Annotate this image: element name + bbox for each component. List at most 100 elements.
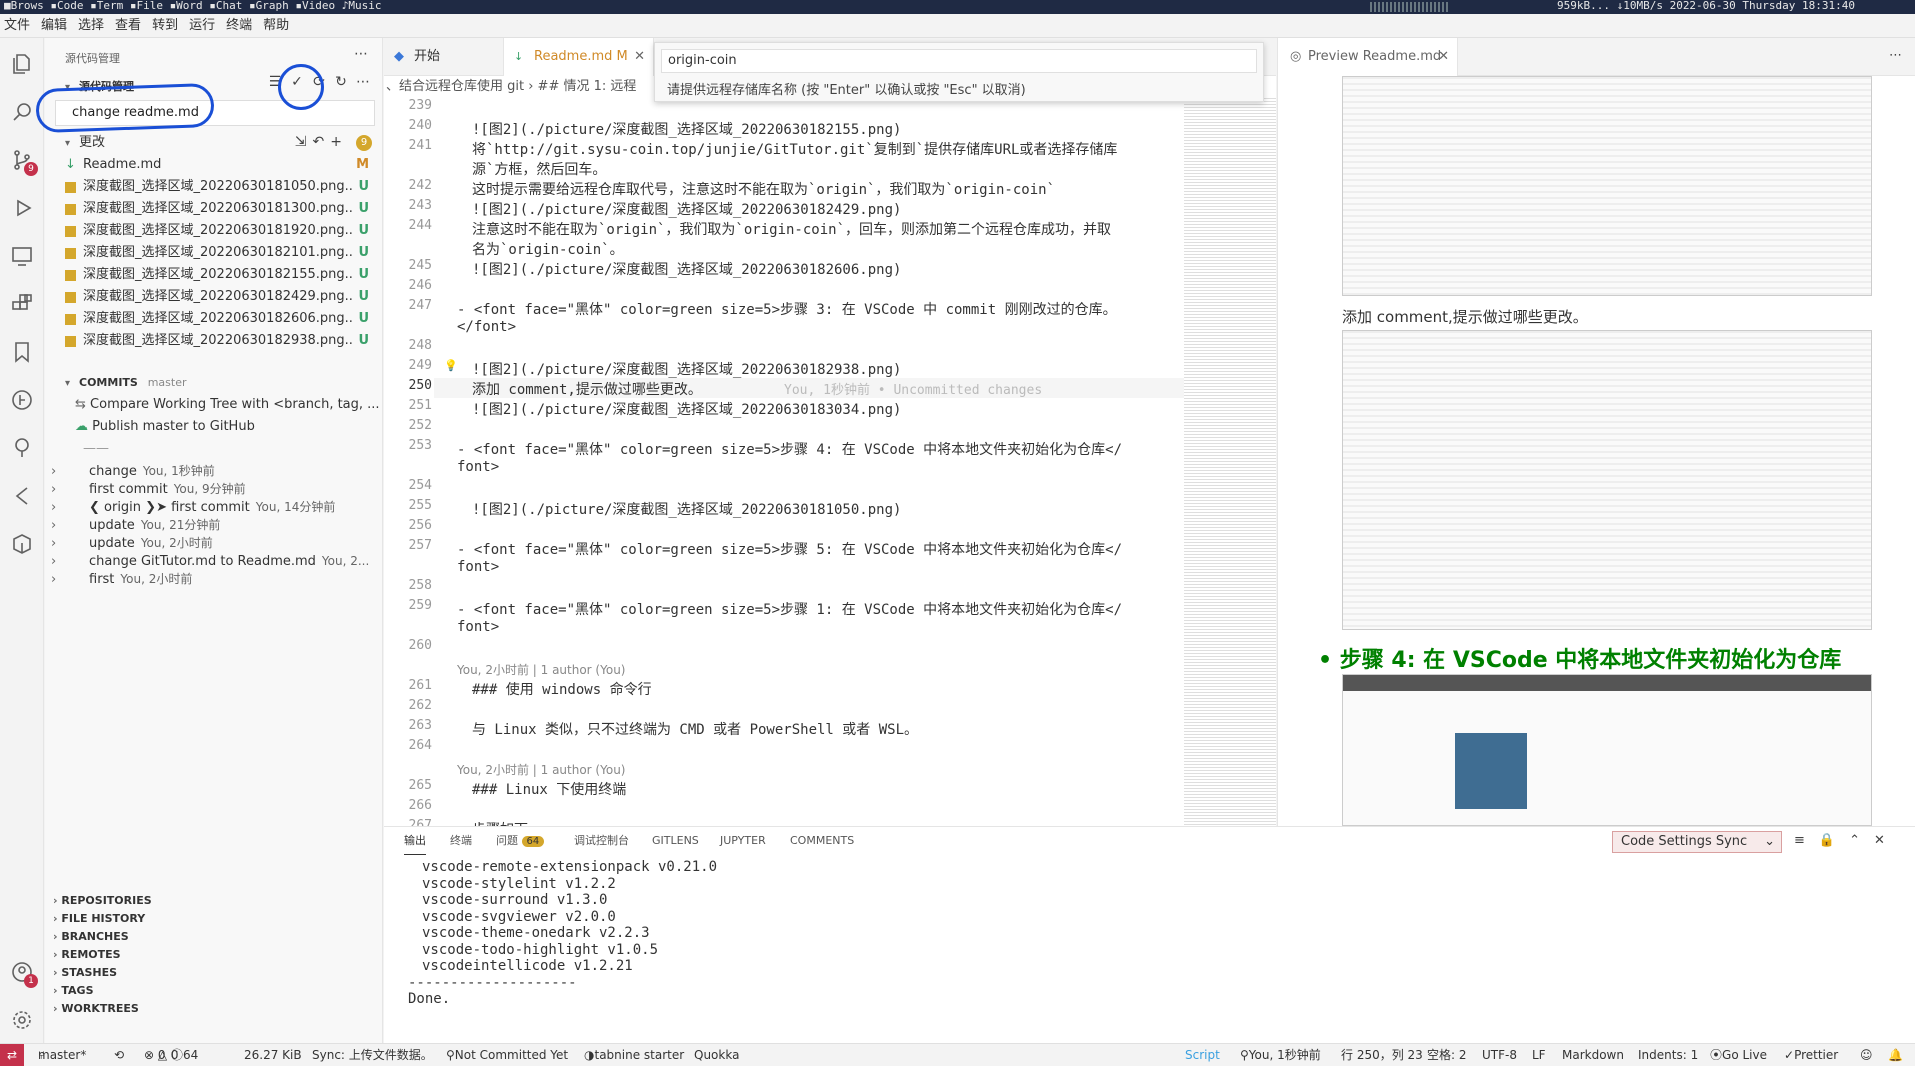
inline-blame: You, 1秒钟前 • Uncommitted changes (784, 383, 1043, 398)
codelens-blame[interactable]: You, 2小时前 | 1 author (You) (457, 761, 625, 778)
tree-icon[interactable] (8, 434, 36, 462)
list-item[interactable]: 深度截图_选择区域_20220630182938.png... U (45, 330, 383, 352)
more-icon[interactable]: ⋯ (352, 74, 374, 90)
codelens-blame[interactable]: You, 2小时前 | 1 author (You) (457, 661, 625, 678)
gitlens-icon[interactable] (8, 386, 36, 414)
minimap[interactable] (1184, 98, 1276, 826)
tab-output[interactable]: 输出 (404, 827, 426, 855)
chevron-down-icon: ▾ (65, 82, 71, 93)
explorer-icon[interactable] (8, 50, 36, 78)
feedback-icon[interactable]: ☺ (1860, 1044, 1873, 1066)
commit-item[interactable]: › first You, 2小时前 (45, 568, 383, 590)
language-mode[interactable]: Markdown (1562, 1044, 1624, 1066)
code-area[interactable]: 239 240 ![图2](./picture/深度截图_选择区域_20220630… (384, 98, 1184, 826)
clear-output-icon[interactable]: ≡ (1794, 833, 1819, 848)
indents-status[interactable]: Indents: 1 (1638, 1044, 1698, 1066)
list-item[interactable]: 深度截图_选择区域_20220630181050.png... U (45, 176, 383, 198)
tab-terminal[interactable]: 终端 (450, 827, 472, 855)
eol-status[interactable]: LF (1532, 1044, 1546, 1066)
list-item[interactable]: 深度截图_选择区域_20220630181300.png... U (45, 198, 383, 220)
tab-preview[interactable]: ◎ Preview Readme.md ✕ (1278, 38, 1458, 76)
settings-gear-icon[interactable] (8, 1006, 36, 1034)
close-icon[interactable]: ✕ (1874, 833, 1899, 848)
problems-status[interactable]: ⊗ 0 △ 0 ⓘ 64 (144, 1044, 198, 1066)
image-file-icon (65, 314, 76, 325)
lightbulb-icon[interactable]: 💡 (444, 359, 458, 372)
stage-all-icon[interactable]: + (330, 134, 348, 150)
lock-icon[interactable]: 🔒 (1819, 833, 1849, 848)
settings-sync-status[interactable]: Sync: 上传文件数据。 (312, 1044, 433, 1066)
tab-problems[interactable]: 问题 64 (496, 827, 545, 855)
tab-start[interactable]: ◆ 开始 (384, 38, 504, 76)
package-icon[interactable] (8, 530, 36, 558)
menu-file[interactable]: 文件 (0, 14, 37, 38)
file-name: 深度截图_选择区域_20220630181300.png... (83, 201, 353, 216)
go-live-button[interactable]: ⦿ Go Live (1710, 1044, 1767, 1066)
extensions-icon[interactable] (8, 290, 36, 318)
bookmark-icon[interactable] (8, 338, 36, 366)
list-item[interactable]: 深度截图_选择区域_20220630182155.png... U (45, 264, 383, 286)
commit-check-icon[interactable]: ✓ (286, 74, 308, 90)
menu-run[interactable]: 运行 (185, 14, 222, 38)
preview-tabs: ◎ Preview Readme.md ✕ ⋯ (1278, 38, 1915, 76)
menu-edit[interactable]: 编辑 (37, 14, 74, 38)
commits-header[interactable]: ▾ COMMITS master (45, 372, 383, 394)
prettier-status[interactable]: ✓ Prettier (1784, 1044, 1838, 1066)
script-status[interactable]: Script (1185, 1044, 1220, 1066)
cursor-position[interactable]: 行 250，列 23 (1341, 1044, 1423, 1066)
account-icon[interactable]: 1 (8, 958, 38, 988)
list-item[interactable]: 深度截图_选择区域_20220630182429.png... U (45, 286, 383, 308)
source-control-icon[interactable]: 9 (8, 146, 38, 176)
search-icon[interactable] (8, 98, 36, 126)
output-line: -------------------- (408, 974, 577, 991)
section-worktrees[interactable]: › WORKTREES (45, 998, 383, 1020)
remote-explorer-icon[interactable] (8, 242, 36, 270)
line-number: 247 (408, 298, 432, 313)
remote-icon[interactable]: ⇄ (0, 1044, 24, 1066)
commit-message-input[interactable]: change readme.md (55, 100, 375, 126)
more-actions-icon[interactable]: ⋯ (354, 46, 368, 62)
timeline-icon[interactable] (8, 482, 36, 510)
menu-go[interactable]: 转到 (148, 14, 185, 38)
list-item[interactable]: ↓ Readme.md M (45, 154, 383, 176)
quokka-status[interactable]: Quokka (694, 1044, 739, 1066)
encoding-status[interactable]: UTF-8 (1482, 1044, 1517, 1066)
compare-working-tree[interactable]: ⇆ Compare Working Tree with <branch, tag… (45, 394, 383, 416)
open-file-icon[interactable]: ⇲ (295, 134, 313, 150)
file-name: 深度截图_选择区域_20220630182101.png... (83, 245, 353, 260)
tab-debug-console[interactable]: 调试控制台 (574, 827, 629, 855)
sync-icon[interactable]: ⟳ (308, 74, 330, 90)
indentation-status[interactable]: 空格: 2 (1427, 1044, 1467, 1066)
system-bar-left: ■Brows ▪Code ▪Term ▪File ▪Word ▪Chat ▪Gr… (4, 0, 382, 12)
tab-readme[interactable]: ↓ Readme.md M ✕ (504, 38, 654, 76)
run-debug-icon[interactable] (8, 194, 36, 222)
tab-gitlens[interactable]: GITLENS (652, 827, 699, 855)
menu-help[interactable]: 帮助 (259, 14, 296, 38)
list-item[interactable]: 深度截图_选择区域_20220630182101.png... U (45, 242, 383, 264)
menu-selection[interactable]: 选择 (74, 14, 111, 38)
discard-icon[interactable]: ↶ (313, 134, 331, 150)
sync-status-icon[interactable]: ⟲ (114, 1044, 124, 1066)
refresh-icon[interactable]: ↻ (330, 74, 352, 90)
output-line: vscode-remote-extensionpack v0.21.0 (422, 859, 718, 875)
gitlens-status[interactable]: ⚲ Not Committed Yet (446, 1044, 568, 1066)
list-item[interactable]: 深度截图_选择区域_20220630181920.png... U (45, 220, 383, 242)
tabnine-status[interactable]: ◑ tabnine starter (584, 1044, 684, 1066)
tab-jupyter[interactable]: JUPYTER (720, 827, 766, 855)
remote-name-input[interactable]: origin-coin (661, 49, 1257, 73)
list-item[interactable]: 深度截图_选择区域_20220630182606.png... U (45, 308, 383, 330)
line-number: 254 (408, 478, 432, 493)
publish-branch[interactable]: ☁ Publish master to GitHub (45, 416, 383, 438)
tree-view-icon[interactable]: ☰ (264, 74, 286, 90)
notifications-icon[interactable]: 🔔 (1888, 1044, 1903, 1066)
blame-status[interactable]: ⚲ You, 1秒钟前 (1240, 1044, 1321, 1066)
tab-comments[interactable]: COMMENTS (790, 827, 854, 855)
menu-view[interactable]: 查看 (111, 14, 148, 38)
close-icon[interactable]: ✕ (634, 38, 645, 76)
commit-meta: You, 14分钟前 (255, 500, 336, 514)
output-channel-select[interactable]: Code Settings Sync ⌄ (1612, 831, 1782, 853)
more-icon[interactable]: ⋯ (1889, 48, 1902, 63)
close-icon[interactable]: ✕ (1438, 38, 1449, 76)
maximize-icon[interactable]: ⌃ (1849, 833, 1874, 848)
menu-terminal[interactable]: 终端 (222, 14, 259, 38)
